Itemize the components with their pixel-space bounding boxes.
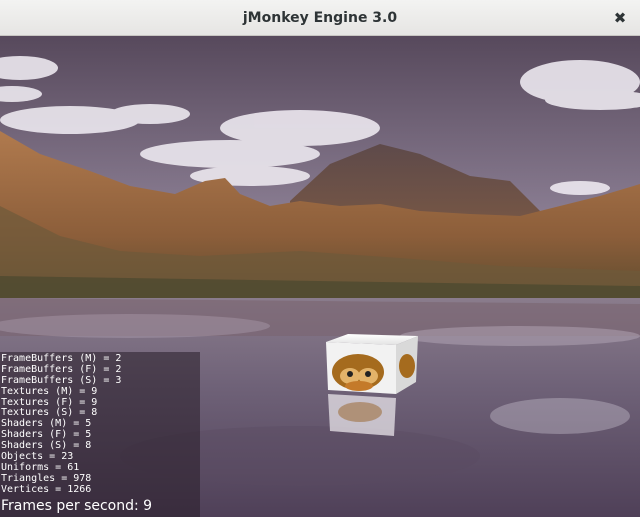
- stat-line: Textures (M) = 9: [1, 385, 98, 397]
- close-icon[interactable]: ✖: [608, 6, 632, 30]
- window-title: jMonkey Engine 3.0: [242, 10, 398, 26]
- stat-line: Vertices = 1266: [1, 483, 92, 495]
- app-window: jMonkey Engine 3.0 ✖ FrameBuffers (M) = …: [0, 0, 640, 517]
- stats-list: FrameBuffers (M) = 2 FrameBuffers (F) = …: [1, 353, 121, 496]
- render-viewport[interactable]: FrameBuffers (M) = 2 FrameBuffers (F) = …: [0, 36, 640, 517]
- stats-overlay: FrameBuffers (M) = 2 FrameBuffers (F) = …: [0, 352, 200, 517]
- title-bar[interactable]: jMonkey Engine 3.0 ✖: [0, 0, 640, 36]
- fps-counter: Frames per second: 9: [1, 498, 153, 514]
